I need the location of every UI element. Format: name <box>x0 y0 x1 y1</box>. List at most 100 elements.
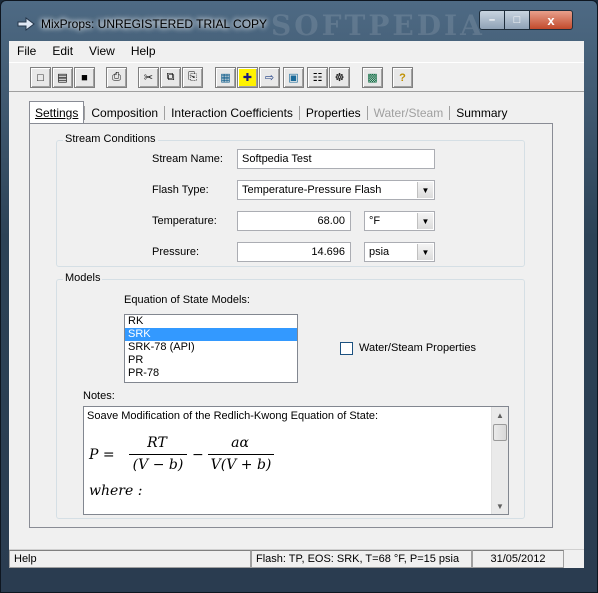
eos-models-list[interactable]: RK SRK SRK-78 (API) PR PR-78 <box>124 314 298 383</box>
save-button[interactable]: ■ <box>74 67 95 88</box>
title-bar[interactable]: MixProps: UNREGISTERED TRIAL COPY SOFTPE… <box>1 1 598 42</box>
tab-settings-label: Settings <box>35 106 79 120</box>
flowchart-icon: ⇨ <box>264 72 275 84</box>
help-icon: ? <box>399 71 406 84</box>
scroll-down-icon[interactable]: ▼ <box>492 498 508 514</box>
stream-conditions-label: Stream Conditions <box>63 133 158 145</box>
list-item[interactable]: PR-78 <box>125 367 297 380</box>
add-component-button[interactable]: ✚ <box>237 67 258 88</box>
equation-den1: (V − b) <box>132 457 184 473</box>
temperature-unit-value: °F <box>369 215 381 227</box>
stream-name-input[interactable]: Softpedia Test <box>237 149 435 169</box>
chevron-down-icon: ▼ <box>417 213 433 229</box>
notes-label: Notes: <box>83 390 115 402</box>
export-icon: ▩ <box>367 72 378 84</box>
report-button[interactable]: ▣ <box>283 67 304 88</box>
maximize-button[interactable]: □ <box>504 10 530 30</box>
table2-button[interactable]: ☸ <box>329 67 350 88</box>
settings-panel: Stream Conditions Stream Name: Softpedia… <box>29 123 553 528</box>
menu-bar: File Edit View Help <box>9 41 584 61</box>
table2-icon: ☸ <box>334 72 345 84</box>
copy-icon: ⧉ <box>166 71 175 83</box>
equation-p: P = <box>89 447 115 463</box>
menu-view[interactable]: View <box>81 44 123 58</box>
flash-type-label: Flash Type: <box>152 184 209 196</box>
pressure-label: Pressure: <box>152 246 200 258</box>
copy-button[interactable]: ⧉ <box>160 67 181 88</box>
maximize-icon: □ <box>513 14 521 26</box>
tab-interaction-label: Interaction Coefficients <box>171 106 293 120</box>
tab-settings[interactable]: Settings <box>29 101 85 123</box>
paste-icon: ⎘ <box>188 71 197 83</box>
close-icon: x <box>547 12 555 28</box>
flowchart-button[interactable]: ⇨ <box>259 67 280 88</box>
chevron-down-icon: ▼ <box>417 182 433 198</box>
open-button[interactable]: ▤ <box>52 67 73 88</box>
notes-text: Soave Modification of the Redlich-Kwong … <box>87 410 379 422</box>
menu-edit[interactable]: Edit <box>44 44 81 58</box>
tab-water-steam[interactable]: Water/Steam <box>368 101 450 123</box>
list-item[interactable]: SRK <box>125 328 297 341</box>
cut-button[interactable]: ✂ <box>138 67 159 88</box>
water-steam-checkbox[interactable] <box>340 342 353 355</box>
tab-interaction-coefficients[interactable]: Interaction Coefficients <box>165 101 299 123</box>
fraction-bar <box>129 454 187 455</box>
temperature-unit-select[interactable]: °F ▼ <box>364 211 435 231</box>
tab-composition[interactable]: Composition <box>85 101 164 123</box>
paste-button[interactable]: ⎘ <box>182 67 203 88</box>
toolbar: □ ▤ ■ ⎙ ✂ ⧉ ⎘ ▦ ✚ ⇨ ▣ ☷ ☸ ▩ ? <box>9 62 584 92</box>
menu-help[interactable]: Help <box>123 44 164 58</box>
print-button[interactable]: ⎙ <box>106 67 127 88</box>
eos-models-label: Equation of State Models: <box>124 294 250 306</box>
list-item[interactable]: PR <box>125 354 297 367</box>
client-area: File Edit View Help □ ▤ ■ ⎙ ✂ ⧉ ⎘ ▦ ✚ ⇨ … <box>9 41 584 568</box>
equation-aalpha: aα <box>231 435 249 451</box>
tab-water-steam-label: Water/Steam <box>373 106 444 120</box>
new-button[interactable]: □ <box>30 67 51 88</box>
export-button[interactable]: ▩ <box>362 67 383 88</box>
pressure-input[interactable]: 14.696 <box>237 242 351 262</box>
minimize-button[interactable]: – <box>479 10 505 30</box>
report-icon: ▣ <box>288 72 299 84</box>
table-button[interactable]: ☷ <box>307 67 328 88</box>
chevron-down-icon: ▼ <box>417 244 433 260</box>
add-component-icon: ✚ <box>242 72 253 84</box>
table-icon: ☷ <box>312 72 323 84</box>
minimize-icon: – <box>488 14 496 26</box>
close-button[interactable]: x <box>529 10 573 30</box>
new-icon: □ <box>37 71 44 84</box>
tab-summary[interactable]: Summary <box>450 101 513 123</box>
equation-den2: V(V + b) <box>210 457 272 473</box>
tab-summary-label: Summary <box>456 106 508 120</box>
water-steam-label: Water/Steam Properties <box>359 342 476 354</box>
help-button[interactable]: ? <box>392 67 413 88</box>
save-icon: ■ <box>81 71 88 84</box>
calculator-button[interactable]: ▦ <box>215 67 236 88</box>
equation-where: where : <box>89 483 143 499</box>
status-help: Help <box>9 550 251 568</box>
scroll-up-icon[interactable]: ▲ <box>492 407 508 423</box>
watermark: SOFTPEDIA <box>271 9 485 42</box>
pressure-unit-select[interactable]: psia ▼ <box>364 242 435 262</box>
notes-textbox[interactable]: Soave Modification of the Redlich-Kwong … <box>83 406 509 515</box>
print-icon: ⎙ <box>112 71 121 83</box>
stream-name-label: Stream Name: <box>152 153 223 165</box>
cut-icon: ✂ <box>143 72 154 84</box>
calculator-icon: ▦ <box>220 72 231 84</box>
tab-composition-label: Composition <box>91 106 159 120</box>
pressure-unit-value: psia <box>369 246 390 258</box>
models-label: Models <box>63 272 103 284</box>
temperature-label: Temperature: <box>152 215 217 227</box>
status-date: 31/05/2012 <box>472 550 564 568</box>
tab-properties-label: Properties <box>305 106 361 120</box>
fraction-bar <box>208 454 274 455</box>
app-window: MixProps: UNREGISTERED TRIAL COPY SOFTPE… <box>0 0 598 593</box>
temperature-input[interactable]: 68.00 <box>237 211 351 231</box>
tab-properties[interactable]: Properties <box>300 101 367 123</box>
list-item[interactable]: RK <box>125 315 297 328</box>
scroll-thumb[interactable] <box>493 424 507 441</box>
list-item[interactable]: SRK-78 (API) <box>125 341 297 354</box>
flash-type-select[interactable]: Temperature-Pressure Flash ▼ <box>237 180 435 200</box>
menu-file[interactable]: File <box>9 44 44 58</box>
notes-scrollbar[interactable]: ▲ ▼ <box>491 407 508 514</box>
